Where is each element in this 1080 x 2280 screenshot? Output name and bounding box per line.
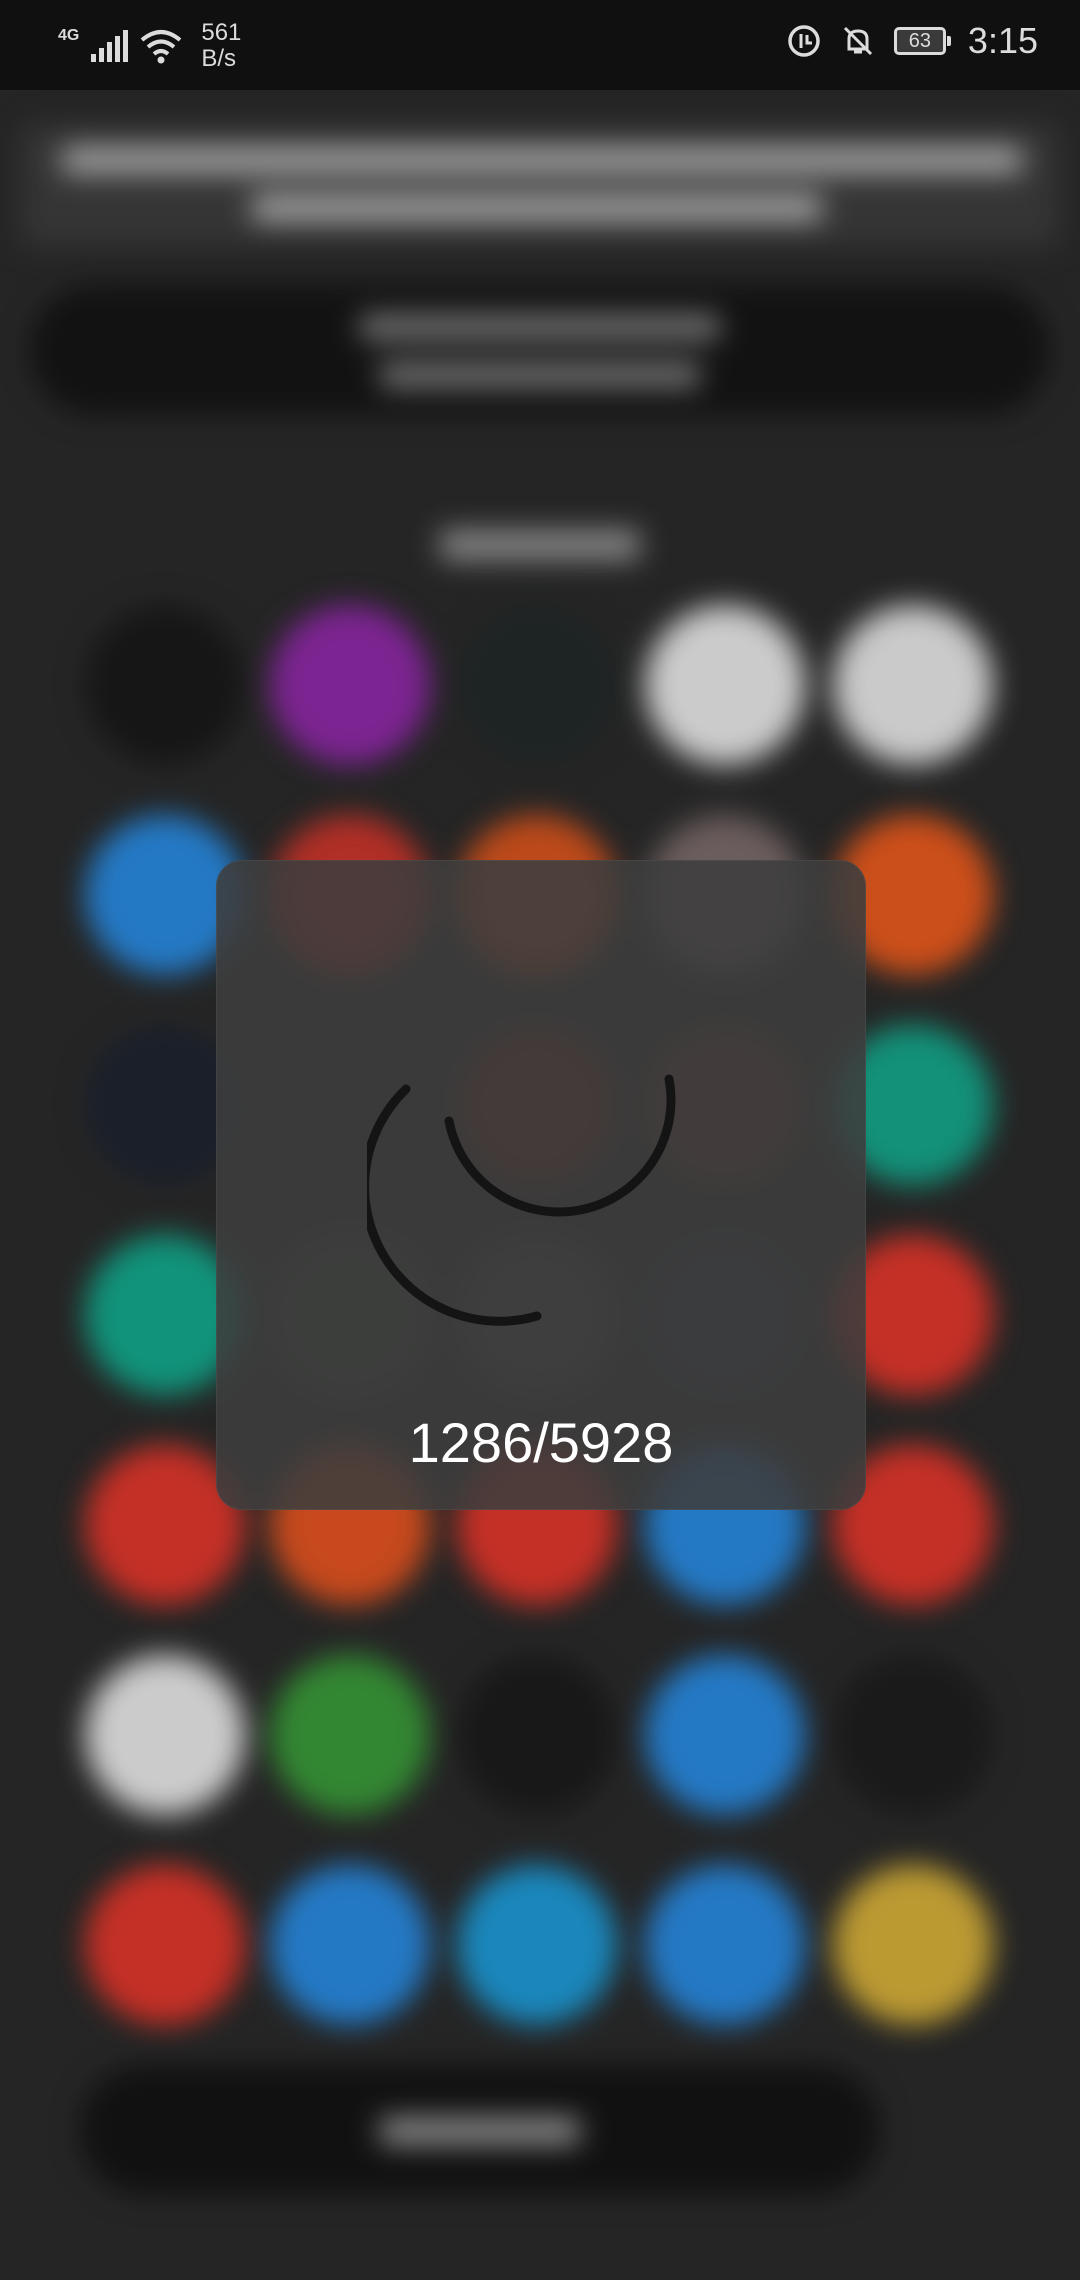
clock: 3:15 bbox=[967, 20, 1038, 61]
status-bar-right: 63 3:15 bbox=[786, 20, 1038, 62]
mute-icon bbox=[843, 26, 872, 56]
status-bar-left: 4G 561 B/s bbox=[58, 20, 241, 72]
data-rate: 561 B/s bbox=[201, 20, 241, 72]
loading-spinner-icon bbox=[367, 1074, 676, 1326]
status-bar: 4G 561 B/s 63 3:15 bbox=[0, 0, 1080, 90]
data-rate-value: 561 bbox=[201, 19, 242, 46]
network-type: 4G bbox=[58, 27, 80, 44]
wifi-icon bbox=[141, 30, 182, 64]
loading-dialog: 1286/5928 bbox=[216, 860, 866, 1510]
data-rate-unit: B/s bbox=[201, 45, 237, 72]
data-saver-icon bbox=[788, 25, 820, 57]
battery-level: 63 bbox=[908, 29, 932, 52]
signal-icon bbox=[91, 30, 129, 62]
progress-counter: 1286/5928 bbox=[408, 1411, 674, 1474]
battery-icon: 63 bbox=[893, 27, 951, 55]
